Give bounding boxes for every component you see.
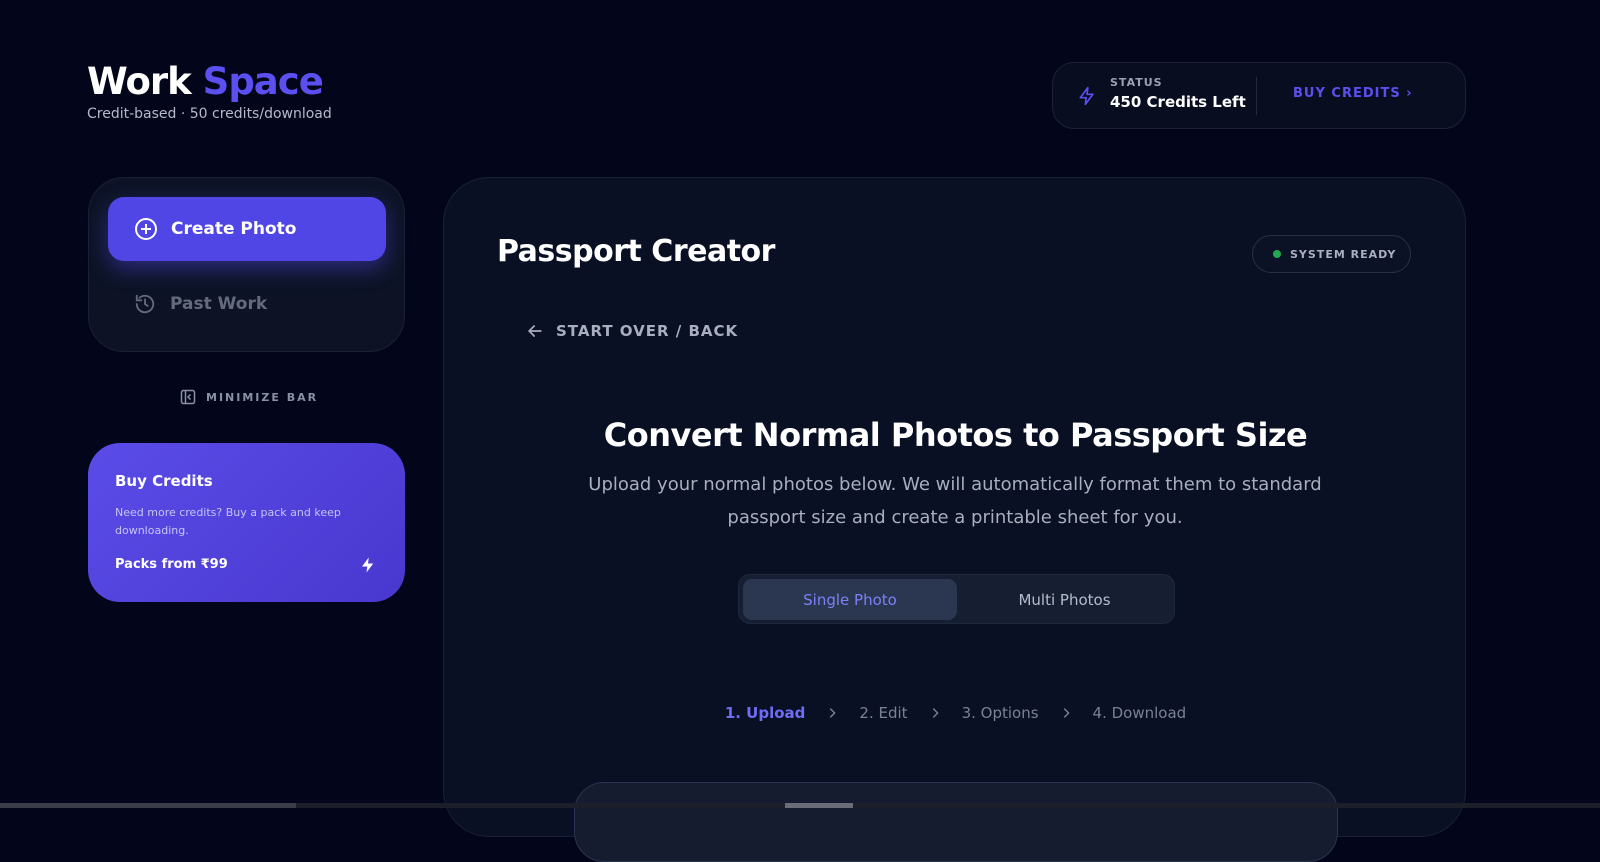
upload-dropzone[interactable] [574,782,1338,862]
photo-mode-toggle: Single Photo Multi Photos [738,574,1175,624]
main-panel: Passport Creator SYSTEM READY START OVER… [443,177,1467,862]
buy-card-packs: Packs from ₹99 [115,557,228,572]
tab-multi-photos[interactable]: Multi Photos [957,579,1172,620]
scrollbar-thumb[interactable] [785,803,853,808]
horizontal-scrollbar[interactable] [0,803,1600,808]
plus-circle-icon [135,218,157,240]
sidebar-item-label: Create Photo [171,219,297,239]
main-heading: Convert Normal Photos to Passport Size [603,416,1308,454]
step-options: 3. Options [961,704,1039,722]
sidebar-item-create-photo[interactable]: Create Photo [108,197,386,261]
chevron-right-icon [932,708,939,718]
step-edit: 2. Edit [859,704,908,722]
step-progress: 1. Upload 2. Edit 3. Options 4. Download [444,704,1467,722]
start-over-label: START OVER / BACK [556,322,739,340]
chevron-right-icon [1063,708,1070,718]
sidebar-item-past-work[interactable]: Past Work [108,278,386,330]
app-title: Work Space [87,60,332,104]
status-box: STATUS 450 Credits Left BUY CREDITS › [1052,62,1466,129]
status-dot [1273,250,1281,258]
buy-card-text: Need more credits? Buy a pack and keep d… [115,506,341,537]
brand: Work Space Credit-based · 50 credits/dow… [87,60,332,122]
main-description: Upload your normal photos below. We will… [588,474,1322,528]
tab-single-photo[interactable]: Single Photo [743,579,957,620]
status-divider [1256,77,1257,115]
collapse-sidebar-icon [180,389,196,405]
app-title-work: Work [87,60,192,103]
status-label: STATUS [1110,76,1163,89]
scrollbar-segment [0,803,296,808]
arrow-left-icon [528,325,542,337]
lightning-icon [1079,86,1094,106]
minimize-bar-label: MINIMIZE BAR [206,390,319,404]
buy-credits-card[interactable]: Buy Credits Need more credits? Buy a pac… [88,443,405,602]
history-icon [135,294,155,314]
app-subtitle: Credit-based · 50 credits/download [87,106,332,122]
status-badge-label: SYSTEM READY [1290,247,1397,261]
buy-credits-button[interactable]: BUY CREDITS › [1293,86,1413,101]
step-download: 4. Download [1092,704,1187,722]
sidebar-item-label: Past Work [170,294,268,314]
credits-left: 450 Credits Left [1110,93,1246,111]
sidebar-nav: Create Photo Past Work [88,177,405,352]
buy-card-title: Buy Credits [115,472,213,490]
minimize-bar-button[interactable]: MINIMIZE BAR [180,389,318,405]
lightning-icon [362,557,374,573]
step-upload: 1. Upload [724,704,806,722]
start-over-button[interactable]: START OVER / BACK [525,321,738,341]
status-badge: SYSTEM READY [1252,235,1411,273]
app-title-space: Space [202,60,324,103]
chevron-right-icon [830,708,837,718]
page-title: Passport Creator [497,234,775,269]
